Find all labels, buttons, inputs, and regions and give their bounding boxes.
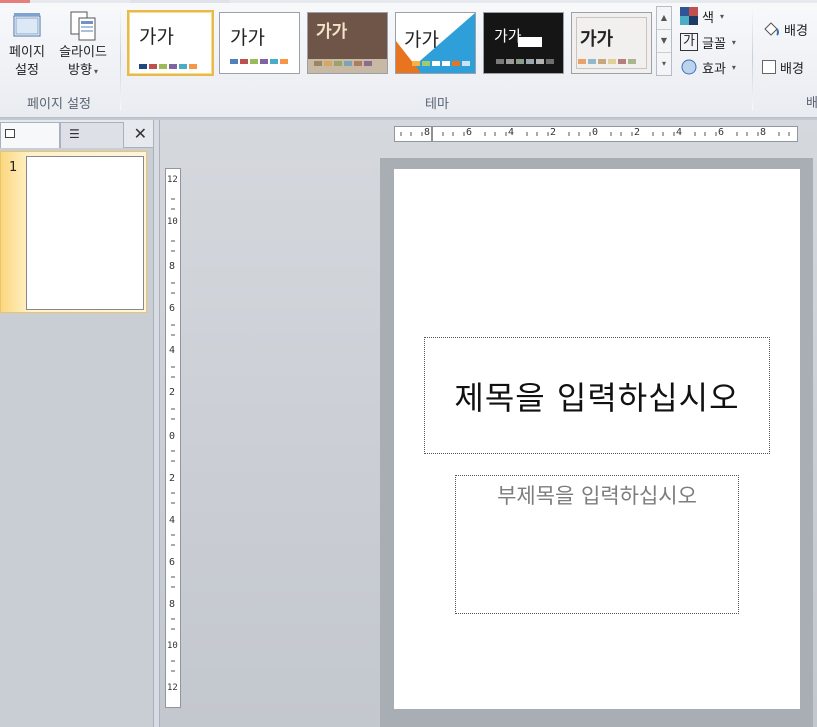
theme-6[interactable]: 가가 — [571, 12, 652, 74]
chevron-down-icon: ▾ — [731, 62, 736, 72]
orientation-icon — [67, 10, 99, 42]
pane-splitter[interactable] — [153, 120, 160, 727]
outline-tab-icon: ☰ — [69, 127, 80, 141]
slides-tab-icon — [5, 129, 15, 138]
paint-bucket-icon — [762, 20, 780, 38]
slide-thumbnail-item[interactable]: 1 — [0, 151, 147, 313]
tab-outline[interactable]: ☰ — [60, 122, 124, 148]
theme-3[interactable]: 가가 — [307, 12, 388, 74]
horizontal-ruler: 8 6 4 2 0 2 4 6 8 — [394, 126, 798, 142]
hide-background-checkbox[interactable]: 배경 — [762, 56, 804, 78]
tab-slides[interactable] — [0, 122, 60, 148]
theme-4[interactable]: 가가 — [395, 12, 476, 74]
title-placeholder[interactable]: 제목을 입력하십시오 — [424, 337, 770, 454]
gallery-scroll-up-icon[interactable]: ▲ — [657, 7, 671, 30]
gallery-more-icon[interactable]: ▾ — [657, 53, 671, 76]
slide-orientation-button[interactable]: 슬라이드 방향 ▾ — [52, 6, 114, 81]
color-palette-icon — [680, 7, 698, 25]
chevron-down-icon: ▾ — [731, 37, 736, 47]
slide-number: 1 — [9, 160, 18, 175]
chevron-down-icon: ▾ — [719, 11, 724, 21]
page-setup-button[interactable]: 페이지 설정 — [2, 6, 52, 80]
checkbox-icon — [762, 60, 776, 74]
page-setup-group: 페이지 설정 슬라이드 방향 ▾ 페이지 설정 — [0, 4, 118, 116]
chevron-down-icon: ▾ — [93, 67, 98, 76]
ribbon: 페이지 설정 슬라이드 방향 ▾ 페이지 설정 테마 가가 가가 가가 가가 가… — [0, 0, 817, 118]
theme-5[interactable]: 가가 — [483, 12, 564, 74]
slides-pane: ☰ ✕ 1 — [0, 120, 155, 727]
page-setup-icon — [11, 10, 43, 42]
theme-2[interactable]: 가가 — [219, 12, 300, 74]
background-styles-button[interactable]: 배경 — [762, 18, 808, 40]
theme-gallery-scroll: ▲ ▼ ▾ — [656, 6, 672, 76]
page-setup-group-label: 페이지 설정 — [27, 97, 91, 112]
theme-colors-button[interactable]: 색 ▾ — [680, 5, 724, 27]
themes-group-label: 테마 — [425, 97, 449, 112]
slide-thumbnail[interactable] — [26, 156, 144, 310]
vertical-ruler: 12 10 8 6 4 2 0 2 4 6 8 10 12 — [165, 168, 181, 708]
close-icon[interactable]: ✕ — [134, 124, 147, 143]
background-group-label: 배 — [806, 96, 817, 111]
theme-effects-button[interactable]: 효과 ▾ — [680, 56, 736, 78]
gallery-scroll-down-icon[interactable]: ▼ — [657, 30, 671, 53]
theme-fonts-button[interactable]: 가 글꼴 ▾ — [680, 31, 736, 53]
effects-icon — [680, 58, 698, 76]
theme-office[interactable]: 가가 — [127, 10, 214, 76]
subtitle-placeholder[interactable]: 부제목을 입력하십시오 — [455, 475, 739, 614]
font-icon: 가 — [680, 33, 698, 51]
